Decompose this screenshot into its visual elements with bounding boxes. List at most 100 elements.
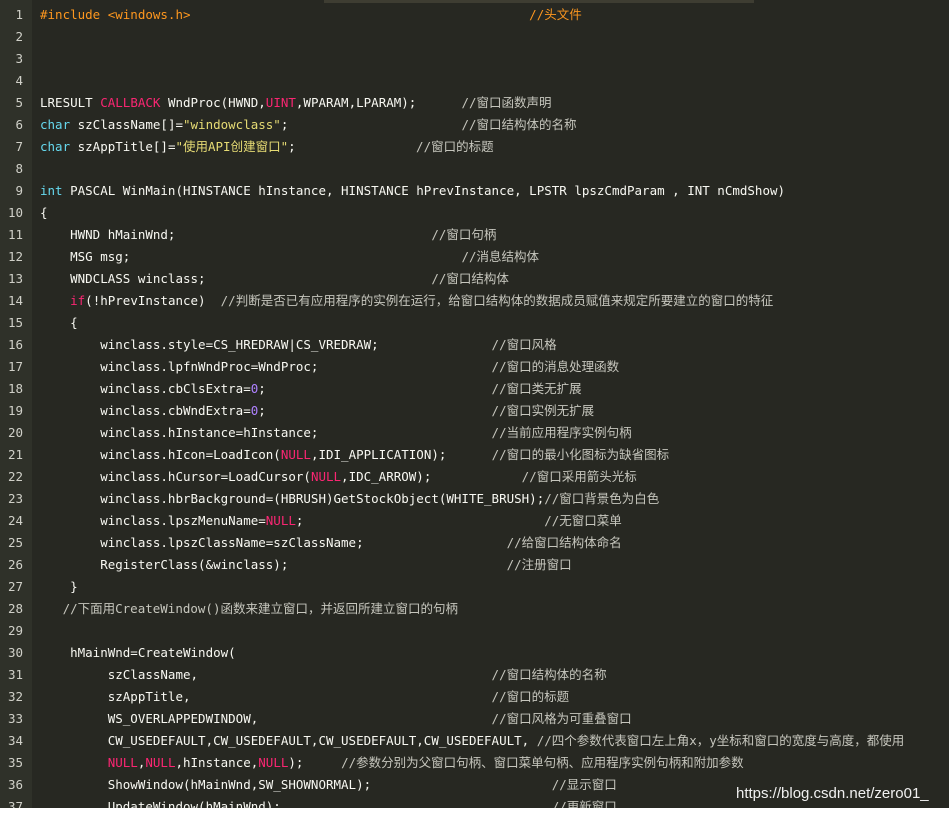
code-line[interactable]: CW_USEDEFAULT,CW_USEDEFAULT,CW_USEDEFAUL… [40,730,905,752]
code-token-default: WndProc(HWND, [160,95,266,110]
code-line[interactable]: { [40,202,48,224]
code-line[interactable]: winclass.cbClsExtra=0; //窗口类无扩展 [40,378,581,400]
line-number: 16 [7,337,23,352]
code-line[interactable]: hMainWnd=CreateWindow( [40,642,236,664]
code-token-comment: //窗口的消息处理函数 [491,359,620,374]
line-number: 34 [7,733,23,748]
code-token-default: ,IDC_ARROW); [341,469,522,484]
code-token-comment: //无窗口菜单 [544,513,622,528]
code-line[interactable]: winclass.hbrBackground=(HBRUSH)GetStockO… [40,488,659,510]
line-number: 19 [7,403,23,418]
code-token-default: ); [288,755,342,770]
line-number: 6 [15,117,23,132]
code-token-keyword: NULL [145,755,176,770]
line-number: 12 [7,249,23,264]
code-token-comment: //窗口结构体 [431,271,509,286]
code-line[interactable]: winclass.lpszClassName=szClassName; //给窗… [40,532,621,554]
code-token-default: { [40,205,48,220]
code-token-default: szClassName[]= [70,117,183,132]
code-token-keyword: NULL [280,447,311,462]
code-token-default [40,755,108,770]
code-line[interactable]: char szClassName[]="windowclass"; //窗口结构… [40,114,577,136]
line-number: 31 [7,667,23,682]
code-token-keyword: NULL [265,513,296,528]
code-line[interactable]: WNDCLASS winclass; //窗口结构体 [40,268,509,290]
code-token-default: (!hPrevInstance) [85,293,221,308]
code-token-default: ; [280,117,462,132]
code-line[interactable]: WS_OVERLAPPEDWINDOW, //窗口风格为可重叠窗口 [40,708,632,730]
code-token-default: MSG msg; [40,249,462,264]
line-number: 32 [7,689,23,704]
active-line-highlight [324,0,754,3]
code-token-comment: //当前应用程序实例句柄 [491,425,632,440]
code-line[interactable]: } [40,576,78,598]
code-token-comment: //窗口函数声明 [461,95,552,110]
code-line[interactable]: szAppTitle, //窗口的标题 [40,686,569,708]
code-token-default: ,hInstance, [175,755,259,770]
code-line[interactable]: winclass.lpfnWndProc=WndProc; //窗口的消息处理函… [40,356,619,378]
code-line[interactable]: LRESULT CALLBACK WndProc(HWND,UINT,WPARA… [40,92,552,114]
code-line[interactable]: if(!hPrevInstance) //判断是否已有应用程序的实例在运行，给窗… [40,290,773,312]
code-token-default: ; [288,139,417,154]
watermark-text: https://blog.csdn.net/zero01_ [736,785,929,802]
code-line[interactable]: char szAppTitle[]="使用API创建窗口"; //窗口的标题 [40,136,494,158]
line-number: 30 [7,645,23,660]
code-token-keyword: NULL [107,755,138,770]
code-token-type: int [40,183,63,198]
code-token-comment: //更新窗口 [551,799,617,808]
code-token-string: "使用API创建窗口" [175,139,289,154]
code-line[interactable]: ShowWindow(hMainWnd,SW_SHOWNORMAL); //显示… [40,774,617,796]
line-number: 35 [7,755,23,770]
line-number: 28 [7,601,23,616]
line-number: 13 [7,271,23,286]
code-token-comment: //窗口的标题 [491,689,570,704]
code-token-default: winclass.lpszClassName=szClassName; [40,535,507,550]
code-line[interactable]: NULL,NULL,hInstance,NULL); //参数分别为父窗口句柄、… [40,752,744,774]
code-line[interactable]: winclass.lpszMenuName=NULL; //无窗口菜单 [40,510,622,532]
line-number: 26 [7,557,23,572]
code-line[interactable]: MSG msg; //消息结构体 [40,246,539,268]
code-token-default: ; [258,381,492,396]
code-token-comment: //窗口的最小化图标为缺省图标 [491,447,670,462]
code-line[interactable]: { [40,312,78,334]
line-number: 36 [7,777,23,792]
code-token-keyword: UINT [265,95,296,110]
code-token-comment: //判断是否已有应用程序的实例在运行，给窗口结构体的数据成员赋值来规定所要建立的… [220,293,774,308]
code-token-keyword: NULL [310,469,342,484]
code-token-comment: //窗口背景色为白色 [544,491,660,506]
code-token-default: ; [295,513,545,528]
code-token-default: winclass.hInstance=hInstance; [40,425,492,440]
code-line[interactable]: winclass.cbWndExtra=0; //窗口实例无扩展 [40,400,594,422]
code-line[interactable]: winclass.hIcon=LoadIcon(NULL,IDI_APPLICA… [40,444,669,466]
code-editor[interactable]: 1 2 3 4 5 6 7 8 9 10 11 12 13 14 15 16 17 18 19 20 21 22 23 24 2… [0,0,949,808]
code-token-default: winclass.hbrBackground=(HBRUSH)GetStockO… [40,491,545,506]
code-token-comment: //窗口结构体的名称 [491,667,607,682]
code-line[interactable]: RegisterClass(&winclass); //注册窗口 [40,554,572,576]
code-line[interactable]: UpdateWindow(hMainWnd); //更新窗口 [40,796,617,808]
code-token-comment: //注册窗口 [506,557,572,572]
code-token-default: szClassName, [40,667,492,682]
code-token-default: winclass.lpszMenuName= [40,513,266,528]
code-line[interactable]: //下面用CreateWindow()函数来建立窗口，并返回所建立窗口的句柄 [40,598,458,620]
code-token-default: winclass.hIcon=LoadIcon( [40,447,281,462]
code-token-comment: //窗口的标题 [416,139,494,154]
code-line[interactable]: winclass.style=CS_HREDRAW|CS_VREDRAW; //… [40,334,556,356]
code-token-comment: //显示窗口 [551,777,617,792]
code-line[interactable]: winclass.hInstance=hInstance; //当前应用程序实例… [40,422,632,444]
code-line[interactable]: szClassName, //窗口结构体的名称 [40,664,607,686]
code-line[interactable]: winclass.hCursor=LoadCursor(NULL,IDC_ARR… [40,466,637,488]
code-line[interactable]: int PASCAL WinMain(HINSTANCE hInstance, … [40,180,785,202]
line-number: 18 [7,381,23,396]
code-line[interactable]: HWND hMainWnd; //窗口句柄 [40,224,496,246]
line-number: 15 [7,315,23,330]
line-number: 11 [7,227,23,242]
code-token-keyword: if [70,293,86,308]
code-token-default: szAppTitle[]= [70,139,176,154]
code-token-string: "windowclass" [183,117,281,132]
code-token-default: ,WPARAM,LPARAM); [295,95,462,110]
code-token-keyword: CALLBACK [100,95,161,110]
code-line[interactable]: #include <windows.h> //头文件 [40,4,582,26]
code-token-default [40,601,63,616]
line-number: 10 [7,205,23,220]
code-token-default: winclass.cbWndExtra= [40,403,251,418]
